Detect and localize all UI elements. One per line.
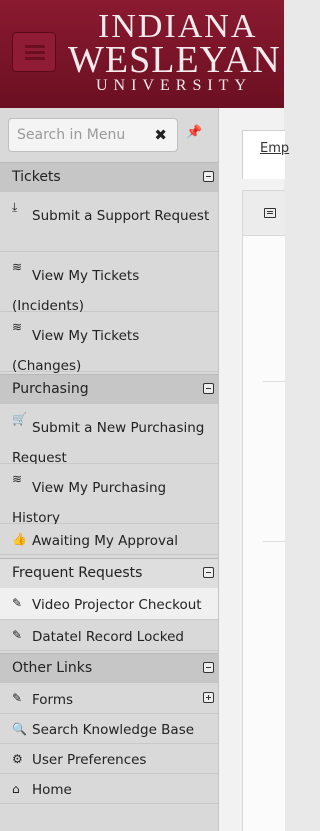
section-other-links[interactable]: Other Links bbox=[0, 653, 218, 683]
menu-item-label: Submit a Support Request bbox=[32, 208, 210, 224]
menu-item-view-tickets-incidents[interactable]: ≋ View My Tickets (Incidents) bbox=[0, 252, 218, 314]
content-panel bbox=[242, 190, 285, 831]
menu-item-label: Forms bbox=[32, 692, 74, 708]
section-purchasing[interactable]: Purchasing bbox=[0, 374, 218, 404]
hamburger-icon-bar bbox=[25, 57, 45, 60]
divider bbox=[263, 541, 285, 542]
menu-item-label: Home bbox=[32, 782, 72, 798]
menu-item-view-tickets-changes[interactable]: ≋ View My Tickets (Changes) bbox=[0, 312, 218, 374]
menu-search-box: ✖ bbox=[8, 118, 178, 152]
menu-item-label: Datatel Record Locked bbox=[32, 629, 184, 645]
menu-item-home[interactable]: ⌂ Home bbox=[0, 774, 218, 804]
divider bbox=[263, 381, 285, 382]
menu-item-label: View My Tickets (Changes) bbox=[12, 328, 140, 374]
menu-item-datatel-record-locked[interactable]: ✎ Datatel Record Locked bbox=[0, 620, 218, 651]
menu-item-label: Awaiting My Approval bbox=[32, 533, 179, 549]
collapse-icon[interactable] bbox=[203, 662, 214, 673]
menu-item-user-preferences[interactable]: ⚙ User Preferences bbox=[0, 744, 218, 774]
collapse-icon[interactable] bbox=[203, 171, 214, 182]
menu-item-label: User Preferences bbox=[32, 752, 147, 768]
menu-item-view-purchasing-history[interactable]: ≋ View My Purchasing History bbox=[0, 464, 218, 526]
menu-item-submit-purchasing-request[interactable]: 🛒 Submit a New Purchasing Request bbox=[0, 404, 218, 466]
menu-item-label: Video Projector Checkout bbox=[32, 597, 202, 613]
collapse-icon[interactable] bbox=[203, 383, 214, 394]
collapse-icon[interactable] bbox=[203, 567, 214, 578]
logo-text-wesleyan: WESLEYAN bbox=[68, 39, 281, 81]
hamburger-icon bbox=[25, 45, 45, 48]
menu-item-forms[interactable]: ✎ Forms bbox=[0, 683, 218, 714]
section-frequent-requests[interactable]: Frequent Requests bbox=[0, 558, 218, 588]
menu-item-submit-support-request[interactable]: ⤓ Submit a Support Request bbox=[0, 192, 218, 252]
menu-item-search-knowledge-base[interactable]: 🔍 Search Knowledge Base bbox=[0, 714, 218, 744]
tab-employee[interactable]: Emp bbox=[242, 130, 289, 179]
close-icon[interactable]: ✖ bbox=[154, 125, 167, 145]
section-label: Other Links bbox=[12, 660, 93, 676]
tab-label[interactable]: Emp bbox=[260, 141, 289, 156]
section-label: Frequent Requests bbox=[12, 565, 143, 581]
menu-item-awaiting-approval[interactable]: 👍 Awaiting My Approval bbox=[0, 524, 218, 555]
main-content: Emp bbox=[219, 108, 289, 831]
header-bar: INDIANA WESLEYAN UNIVERSITY bbox=[0, 0, 284, 108]
menu-toggle-button[interactable] bbox=[12, 32, 56, 72]
hamburger-icon-bar bbox=[25, 51, 45, 54]
sidebar-menu: ✖ 📌 Tickets ⤓ Submit a Support Request ≋… bbox=[0, 108, 219, 831]
expand-icon[interactable] bbox=[203, 692, 214, 703]
pin-icon[interactable]: 📌 bbox=[186, 125, 202, 140]
list-icon bbox=[264, 208, 276, 218]
search-input[interactable] bbox=[17, 125, 145, 145]
menu-item-label: Search Knowledge Base bbox=[32, 722, 195, 738]
section-tickets[interactable]: Tickets bbox=[0, 162, 218, 192]
panel-header bbox=[243, 191, 285, 236]
menu-item-video-projector-checkout[interactable]: ✎ Video Projector Checkout bbox=[0, 588, 218, 620]
section-label: Tickets bbox=[12, 169, 61, 185]
logo-text-university: UNIVERSITY bbox=[96, 77, 252, 94]
section-label: Purchasing bbox=[12, 381, 89, 397]
